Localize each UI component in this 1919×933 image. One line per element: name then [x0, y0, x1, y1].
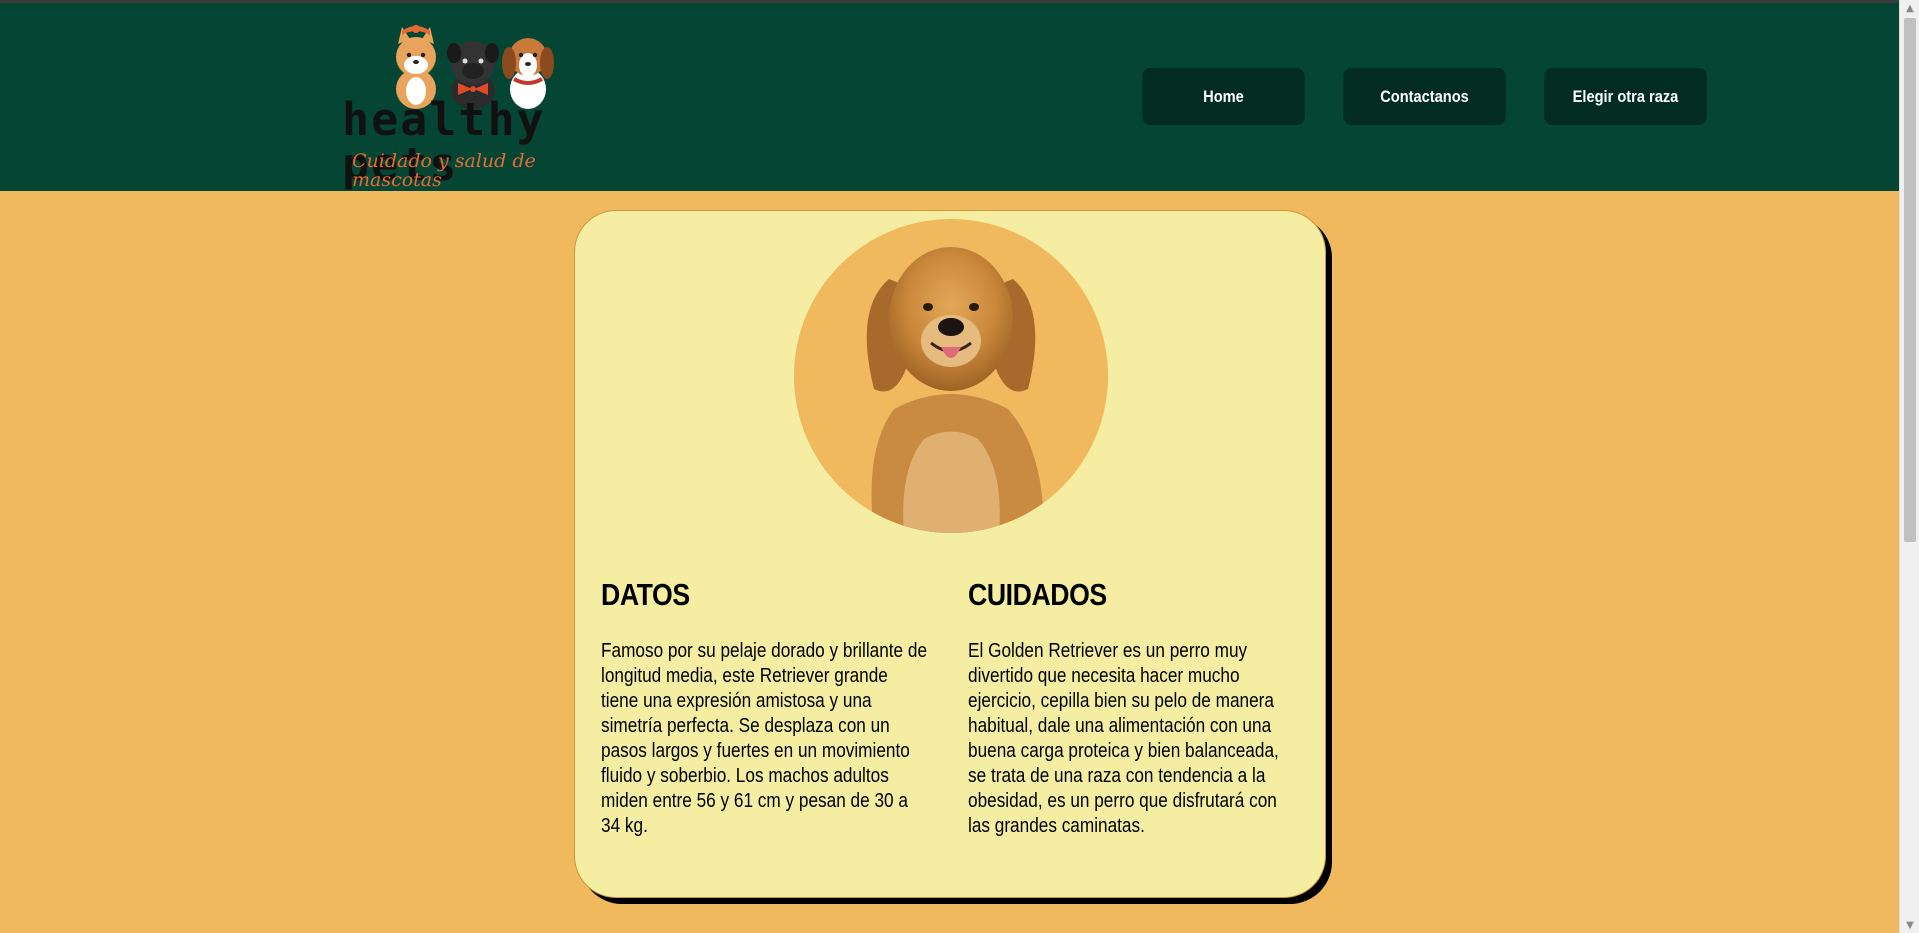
- golden-retriever-photo: [794, 219, 1108, 533]
- nav-home-label: Home: [1203, 86, 1244, 106]
- breed-card: DATOS Famoso por su pelaje dorado y bril…: [574, 210, 1326, 898]
- cuidados-heading: CUIDADOS: [968, 577, 1107, 612]
- nav-home-button[interactable]: Home: [1142, 68, 1305, 125]
- datos-section: DATOS Famoso por su pelaje dorado y bril…: [601, 577, 931, 839]
- healthy-pets-logo[interactable]: healthy pets Cuidado y salud de mascotas: [340, 19, 612, 190]
- scroll-down-arrow-icon[interactable]: ▼: [1900, 917, 1919, 933]
- scroll-up-arrow-icon[interactable]: ▲: [1900, 0, 1919, 16]
- logo-subtitle: Cuidado y salud de mascotas: [352, 150, 536, 191]
- scrollbar-thumb[interactable]: [1904, 18, 1916, 542]
- page-scrollbar[interactable]: ▲ ▼: [1899, 0, 1919, 933]
- site-header: healthy pets Cuidado y salud de mascotas…: [0, 3, 1899, 191]
- nav-elegir-raza-button[interactable]: Elegir otra raza: [1544, 68, 1707, 125]
- datos-text: Famoso por su pelaje dorado y brillante …: [601, 640, 928, 837]
- datos-heading: DATOS: [601, 577, 690, 612]
- nav-contactanos-button[interactable]: Contactanos: [1343, 68, 1506, 125]
- nav-elegir-raza-label: Elegir otra raza: [1572, 86, 1679, 106]
- cuidados-section: CUIDADOS El Golden Retriever es un perro…: [968, 577, 1298, 839]
- dog-illustration: [866, 247, 1044, 533]
- main-nav: Home Contactanos Elegir otra raza: [1129, 68, 1720, 125]
- nav-contactanos-label: Contactanos: [1380, 86, 1469, 106]
- cuidados-text: El Golden Retriever es un perro muy dive…: [968, 640, 1279, 837]
